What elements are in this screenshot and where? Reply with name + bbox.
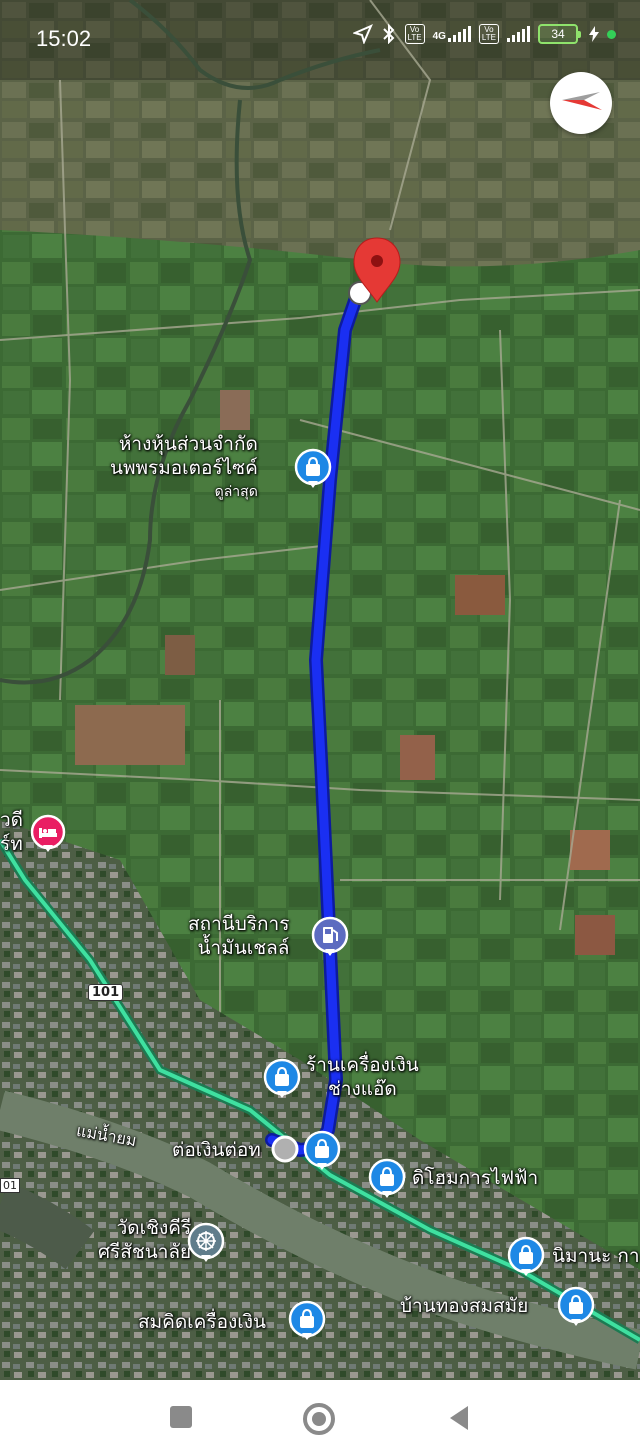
highway-shield: 101 bbox=[88, 984, 124, 1001]
charging-icon bbox=[589, 26, 599, 42]
place-name-line1: วัดเชิงคีรี bbox=[116, 1217, 192, 1239]
place-label-nimana[interactable]: นิมานะ กา bbox=[552, 1244, 640, 1268]
place-name-line2: น้ำมันเชลล์ bbox=[197, 937, 290, 959]
place-label-gas-station[interactable]: สถานีบริการ น้ำมันเชลล์ bbox=[188, 912, 289, 960]
place-label-toengin[interactable]: ต่อเงินต่อท bbox=[172, 1138, 261, 1162]
hotel-bed-pin-icon[interactable] bbox=[30, 814, 66, 856]
place-label-electric-shop[interactable]: ดิโฮมการไฟฟ้า bbox=[412, 1166, 538, 1190]
place-label-gold-shop[interactable]: บ้านทองสมสมัย bbox=[400, 1294, 528, 1318]
place-label-temple[interactable]: วัดเชิงคีรี ศรีสัชนาลัย bbox=[98, 1216, 191, 1264]
place-name-line1: ห้างหุ้นส่วนจำกัด bbox=[118, 433, 258, 455]
shopping-bag-pin-icon-4[interactable] bbox=[368, 1158, 406, 1202]
volte-icon-2: Vo LTE bbox=[478, 24, 499, 44]
place-label-motor-shop[interactable]: ห้างหุ้นส่วนจำกัด นพพรมอเตอร์ไซค์ ดูล่าส… bbox=[110, 432, 258, 504]
place-name-line2: ช่างแอ๊ด bbox=[327, 1078, 397, 1100]
shopping-bag-pin-icon-5[interactable] bbox=[507, 1236, 545, 1280]
gas-pump-pin-icon[interactable] bbox=[311, 916, 349, 960]
place-label-jewelry-shop[interactable]: ร้านเครื่องเงิน ช่างแอ๊ด bbox=[306, 1053, 419, 1101]
place-label-silver-shop[interactable]: สมคิดเครื่องเงิน bbox=[138, 1310, 266, 1334]
back-triangle-icon[interactable] bbox=[446, 1404, 472, 1432]
signal-icon bbox=[507, 26, 530, 42]
temple-wheel-pin-icon[interactable] bbox=[187, 1222, 225, 1266]
shopping-bag-pin-icon-3[interactable] bbox=[303, 1130, 341, 1174]
place-name-line2: ร์ท bbox=[0, 833, 23, 855]
place-name-line2: นพพรมอเตอร์ไซค์ bbox=[110, 457, 258, 479]
clock: 15:02 bbox=[36, 26, 92, 51]
place-name-line1: สถานีบริการ bbox=[188, 913, 290, 935]
system-nav-bar bbox=[0, 1380, 640, 1456]
road-number-edge: 01 bbox=[0, 1178, 20, 1193]
location-arrow-icon bbox=[352, 24, 373, 44]
place-name-line1: ร้านเครื่องเงิน bbox=[306, 1054, 419, 1076]
network-type: 4G bbox=[432, 31, 446, 42]
signal-4g-icon bbox=[447, 26, 471, 42]
recently-viewed-label: ดูล่าสุด bbox=[214, 484, 258, 500]
shopping-bag-pin-icon-6[interactable] bbox=[557, 1286, 595, 1330]
shopping-bag-pin-icon-7[interactable] bbox=[288, 1300, 326, 1344]
compass-button[interactable] bbox=[550, 72, 612, 134]
privacy-dot-icon bbox=[607, 29, 616, 39]
current-location-dot[interactable] bbox=[271, 1135, 299, 1163]
shopping-bag-pin-icon-2[interactable] bbox=[263, 1058, 301, 1102]
place-label-resort[interactable]: วดี ร์ท bbox=[0, 808, 23, 856]
status-bar: 15:02 Vo LTE 4G Vo LTE 34 bbox=[0, 0, 640, 78]
battery-icon: 34 bbox=[538, 24, 581, 44]
place-name-line2: ศรีสัชนาลัย bbox=[98, 1241, 192, 1263]
recents-square-icon[interactable] bbox=[168, 1404, 194, 1430]
battery-level: 34 bbox=[538, 24, 578, 44]
compass-needle-icon bbox=[562, 92, 602, 110]
shopping-bag-pin-icon[interactable] bbox=[294, 448, 332, 492]
map-view[interactable]: 15:02 Vo LTE 4G Vo LTE 34 ห้างหุ้นส่วนจำ… bbox=[0, 0, 640, 1380]
volte-icon: Vo LTE bbox=[404, 24, 425, 44]
bluetooth-icon bbox=[382, 24, 394, 44]
home-circle-icon[interactable] bbox=[302, 1402, 336, 1436]
place-name-line1: วดี bbox=[0, 809, 24, 831]
